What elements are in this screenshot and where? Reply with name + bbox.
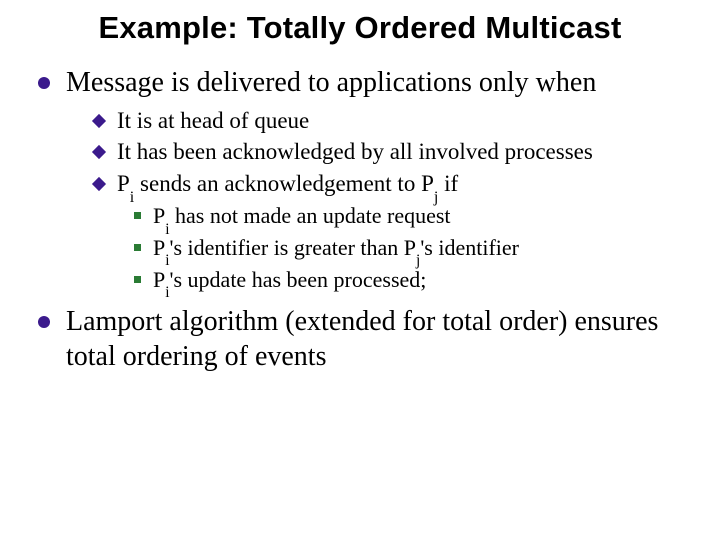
text-frag: has not made an update request <box>170 203 451 228</box>
text-frag: if <box>438 171 458 196</box>
bullet-1c: Pi sends an acknowledgement to Pj if <box>92 169 686 199</box>
diamond-bullet-icon <box>92 114 106 128</box>
text-frag: 's identifier <box>420 235 519 260</box>
bullet-1c1-text: Pi has not made an update request <box>153 201 686 231</box>
bullet-1b-text: It has been acknowledged by all involved… <box>117 137 686 167</box>
bullet-1a: It is at head of queue <box>92 106 686 136</box>
circle-bullet-icon <box>38 316 50 328</box>
text-frag: P <box>117 171 130 196</box>
slide-title: Example: Totally Ordered Multicast <box>34 10 686 47</box>
diamond-bullet-icon <box>92 177 106 191</box>
bullet-1c-text: Pi sends an acknowledgement to Pj if <box>117 169 686 199</box>
bullet-1c3: Pi's update has been processed; <box>132 265 686 295</box>
text-frag: 's update has been processed; <box>170 267 427 292</box>
bullet-2: Lamport algorithm (extended for total or… <box>34 304 686 374</box>
bullet-1: Message is delivered to applications onl… <box>34 65 686 100</box>
bullet-2-text: Lamport algorithm (extended for total or… <box>66 304 686 374</box>
square-bullet-icon <box>134 276 141 283</box>
circle-bullet-icon <box>38 77 50 89</box>
text-frag: 's identifier is greater than P <box>170 235 417 260</box>
bullet-1c1: Pi has not made an update request <box>132 201 686 231</box>
subscript-j: j <box>434 189 438 206</box>
subscript-j: j <box>416 252 420 269</box>
subscript-i: i <box>130 189 134 206</box>
bullet-1c-children: Pi has not made an update request Pi's i… <box>132 201 686 294</box>
subscript-i: i <box>165 221 169 238</box>
text-frag: P <box>153 235 165 260</box>
text-frag: P <box>153 203 165 228</box>
subscript-i: i <box>165 284 169 301</box>
bullet-1-children: It is at head of queue It has been ackno… <box>92 106 686 295</box>
subscript-i: i <box>165 252 169 269</box>
square-bullet-icon <box>134 244 141 251</box>
bullet-1b: It has been acknowledged by all involved… <box>92 137 686 167</box>
bullet-1c3-text: Pi's update has been processed; <box>153 265 686 295</box>
bullet-1c2: Pi's identifier is greater than Pj's ide… <box>132 233 686 263</box>
slide: Example: Totally Ordered Multicast Messa… <box>0 0 720 540</box>
text-frag: P <box>153 267 165 292</box>
diamond-bullet-icon <box>92 145 106 159</box>
square-bullet-icon <box>134 212 141 219</box>
bullet-1c2-text: Pi's identifier is greater than Pj's ide… <box>153 233 686 263</box>
bullet-1a-text: It is at head of queue <box>117 106 686 136</box>
bullet-1-text: Message is delivered to applications onl… <box>66 65 686 100</box>
text-frag: sends an acknowledgement to P <box>134 171 434 196</box>
